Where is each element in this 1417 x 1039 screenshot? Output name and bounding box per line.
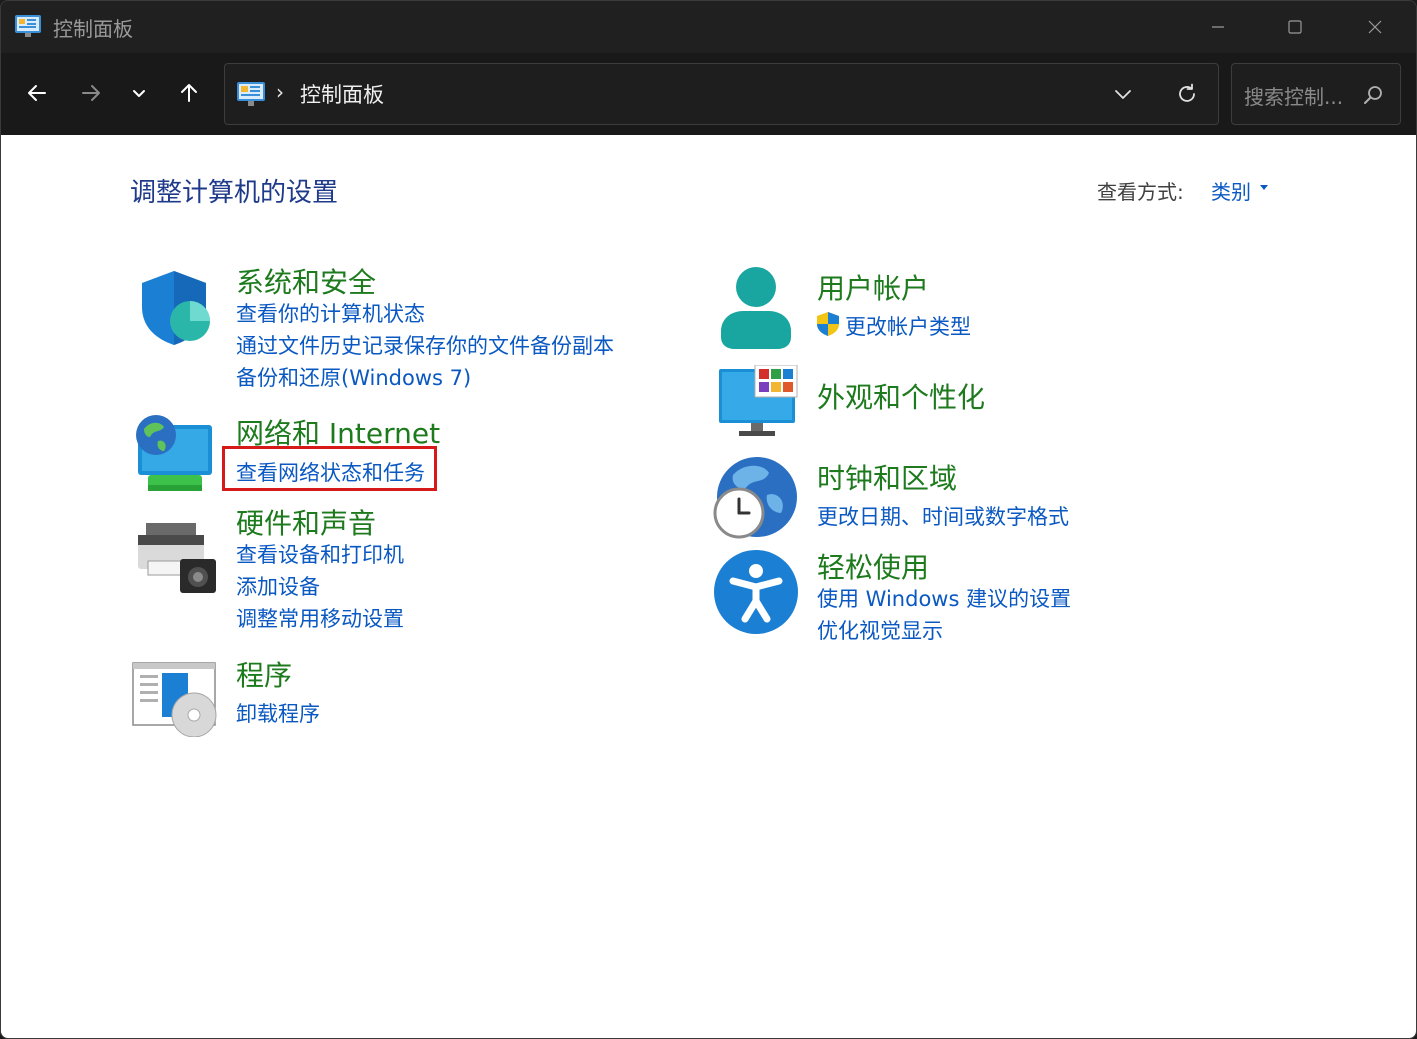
close-icon — [1368, 20, 1382, 34]
minimize-icon — [1212, 26, 1224, 28]
category-user-accounts[interactable]: 用户帐户 — [817, 267, 929, 307]
arrow-up-icon — [181, 84, 197, 102]
link-view-computer-status[interactable]: 查看你的计算机状态 — [236, 298, 425, 328]
back-button[interactable] — [17, 73, 57, 113]
clock-globe-icon[interactable] — [713, 455, 799, 541]
network-globe-icon[interactable] — [132, 411, 216, 495]
close-button[interactable] — [1335, 1, 1415, 53]
breadcrumb-separator: › — [276, 80, 284, 104]
link-change-date-time-format[interactable]: 更改日期、时间或数字格式 — [817, 501, 1069, 531]
link-mobility-settings[interactable]: 调整常用移动设置 — [236, 603, 404, 633]
uac-shield-icon — [817, 312, 839, 336]
up-button[interactable] — [169, 73, 209, 113]
control-panel-icon — [237, 82, 265, 106]
refresh-icon[interactable] — [1175, 82, 1199, 106]
control-panel-window: 控制面板 › 控制面板 搜索控制... 调整计算机的设置 查看方式: 类别 系统… — [0, 0, 1417, 1039]
link-add-device[interactable]: 添加设备 — [236, 571, 320, 601]
category-system-security[interactable]: 系统和安全 — [236, 261, 376, 301]
highlight-box — [222, 446, 437, 491]
printer-speaker-icon[interactable] — [134, 521, 218, 595]
chevron-down-icon — [133, 90, 145, 97]
monitor-personalization-icon[interactable] — [717, 365, 799, 437]
view-by-dropdown[interactable]: 类别 — [1211, 176, 1251, 205]
link-optimize-visual-display[interactable]: 优化视觉显示 — [817, 615, 943, 645]
minimize-button[interactable] — [1178, 1, 1258, 53]
maximize-button[interactable] — [1255, 1, 1335, 53]
shield-icon[interactable] — [134, 267, 214, 347]
link-windows-recommended-settings[interactable]: 使用 Windows 建议的设置 — [817, 583, 1071, 613]
accessibility-icon[interactable] — [713, 549, 799, 635]
link-backup-restore[interactable]: 备份和还原(Windows 7) — [236, 362, 471, 392]
navigation-bar: › 控制面板 搜索控制... — [1, 53, 1416, 135]
search-box[interactable]: 搜索控制... — [1231, 63, 1401, 125]
category-programs[interactable]: 程序 — [236, 654, 292, 694]
title-bar: 控制面板 — [1, 1, 1416, 53]
content-area: 调整计算机的设置 查看方式: 类别 系统和安全 查看你的计算机状态 通过文件历史… — [1, 135, 1416, 1038]
link-file-history-backup[interactable]: 通过文件历史记录保存你的文件备份副本 — [236, 330, 614, 360]
category-hardware-sound[interactable]: 硬件和声音 — [236, 502, 376, 542]
link-change-account-type[interactable]: 更改帐户类型 — [845, 311, 971, 341]
category-appearance-personalization[interactable]: 外观和个性化 — [817, 376, 985, 416]
link-uninstall-program[interactable]: 卸载程序 — [236, 698, 320, 728]
breadcrumb-control-panel[interactable]: 控制面板 — [300, 79, 384, 109]
search-icon[interactable] — [1362, 84, 1384, 106]
address-bar[interactable]: › 控制面板 — [224, 63, 1219, 125]
category-clock-region[interactable]: 时钟和区域 — [817, 457, 957, 497]
chevron-down-icon[interactable] — [1111, 82, 1135, 106]
recent-locations-button[interactable] — [119, 73, 159, 113]
view-by-label: 查看方式: — [1097, 180, 1184, 204]
category-ease-of-access[interactable]: 轻松使用 — [817, 546, 929, 586]
arrow-left-icon — [28, 85, 46, 101]
control-panel-icon — [15, 15, 41, 37]
caret-down-icon[interactable] — [1260, 185, 1268, 190]
programs-icon[interactable] — [132, 661, 218, 737]
search-input[interactable]: 搜索控制... — [1244, 81, 1343, 110]
arrow-right-icon — [82, 85, 100, 101]
maximize-icon — [1288, 20, 1302, 34]
forward-button[interactable] — [71, 73, 111, 113]
link-devices-printers[interactable]: 查看设备和打印机 — [236, 539, 404, 569]
user-account-icon[interactable] — [717, 265, 795, 351]
window-title: 控制面板 — [53, 17, 133, 41]
page-title: 调整计算机的设置 — [130, 178, 339, 208]
